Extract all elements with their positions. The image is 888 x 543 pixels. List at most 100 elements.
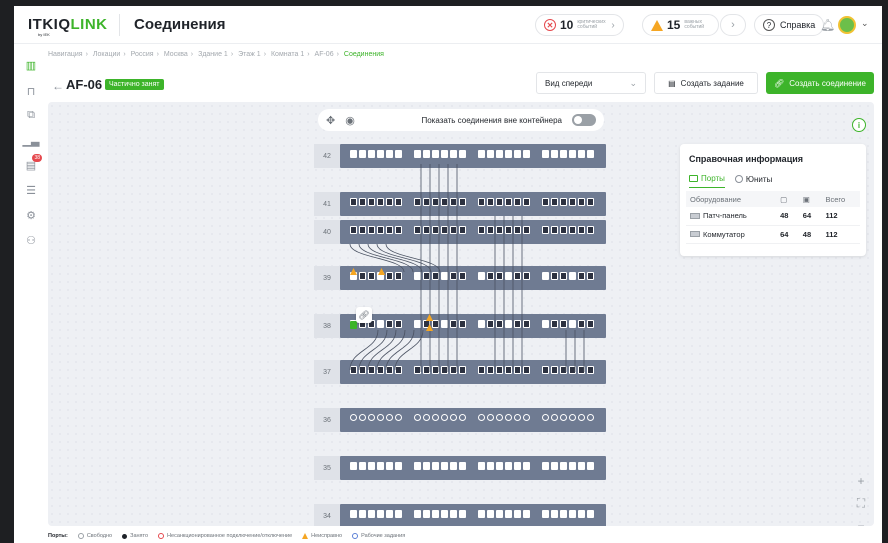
tasks-icon [352, 533, 359, 539]
table-header: Оборудование ▢ ▣ Всего [686, 191, 860, 207]
ports-legend: Порты: Свободно Занято Несанкционированн… [48, 529, 874, 543]
breadcrumb: Навигация › Локации › Россия › Москва › Здан… [48, 51, 384, 58]
zoom-in-icon[interactable]: + [857, 474, 864, 488]
chevron-down-icon: ⌄ [629, 77, 637, 88]
chevron-right-icon: › [611, 19, 615, 31]
chart-icon[interactable]: ▁▃ [23, 133, 40, 147]
tab-ports[interactable]: Порты [689, 174, 725, 188]
chevron-right-icon: › [731, 19, 735, 31]
back-arrow-icon[interactable]: ← [52, 79, 64, 93]
tasks-badge: 38 [32, 154, 42, 162]
breadcrumb-item[interactable]: Навигация [48, 51, 83, 58]
create-connection-label: Создать соединение [789, 78, 866, 88]
events-expand-button[interactable]: › [720, 14, 746, 36]
faulty-port-icon[interactable] [426, 324, 433, 331]
breadcrumb-item[interactable]: Комната 1 [271, 51, 304, 58]
divider [119, 14, 120, 36]
link-icon: 🔗︎ [774, 78, 785, 88]
create-task-button[interactable]: ▤ Создать задание [654, 72, 758, 94]
cable[interactable] [394, 329, 424, 371]
page-title: Соединения [134, 16, 226, 33]
faulty-icon [302, 533, 309, 539]
top-bar: ITKIQLINK by IEK Соединения ✕ 10 критиче… [14, 6, 882, 44]
logo[interactable]: ITKIQLINK [28, 16, 108, 33]
tasks-icon[interactable]: ▤ 38 [24, 154, 42, 172]
users-icon[interactable]: ⚇ [24, 233, 38, 247]
cable[interactable] [376, 329, 406, 371]
view-select-value: Вид спереди [545, 78, 593, 88]
legend-tasks: Рабочие задания [352, 533, 405, 539]
critical-events-pill[interactable]: ✕ 10 критических событий › [535, 14, 624, 36]
table-row[interactable]: Патч-панель 48 64 112 [686, 207, 860, 226]
map-icon[interactable]: ▥ [24, 58, 38, 72]
gear-icon[interactable]: ⚙ [24, 208, 38, 222]
legend-title: Порты: [48, 533, 68, 539]
cable[interactable] [349, 329, 379, 371]
breadcrumb-item[interactable]: Москва [164, 51, 188, 58]
critical-icon: ✕ [544, 19, 556, 31]
info-card-title: Справочная информация [689, 154, 804, 164]
important-label: важных событий [684, 19, 705, 30]
avatar[interactable] [838, 16, 856, 34]
critical-label: критических событий [577, 19, 606, 30]
cable[interactable] [385, 329, 415, 371]
breadcrumb-item[interactable]: AF-06 [315, 51, 334, 58]
cable[interactable] [367, 329, 397, 371]
copy-icon[interactable]: ⧉ [24, 108, 38, 122]
bell-icon[interactable]: 🔔︎ [820, 18, 835, 32]
list-icon[interactable]: ☰ [24, 183, 38, 197]
app-window: ITKIQLINK by IEK Соединения ✕ 10 критиче… [14, 6, 882, 543]
unauthorized-icon [158, 533, 165, 539]
task-icon: ▤ [668, 78, 676, 88]
book-icon[interactable]: ⊓ [24, 84, 38, 98]
table-row[interactable]: Коммутатор 64 48 112 [686, 225, 860, 244]
legend-free: Свободно [77, 533, 112, 539]
question-icon: ? [763, 19, 775, 31]
legend-busy: Занято [122, 533, 148, 539]
rack-name: AF-06 [66, 77, 103, 92]
breadcrumb-item[interactable]: Россия [131, 51, 154, 58]
critical-count: 10 [560, 18, 574, 32]
faulty-port-icon[interactable] [378, 268, 385, 275]
logo-subtitle: by IEK [38, 32, 50, 37]
breadcrumb-item[interactable]: Локации [93, 51, 120, 58]
breadcrumb-item[interactable]: Здание 1 [198, 51, 228, 58]
patch-panel-icon [690, 212, 700, 219]
important-events-pill[interactable]: 15 важных событий [642, 14, 720, 36]
cable[interactable] [358, 329, 388, 371]
col-busy-icon: ▣ [798, 191, 822, 207]
col-equipment: Оборудование [686, 191, 777, 207]
radio-icon [734, 175, 743, 183]
help-button[interactable]: ? Справка [754, 14, 825, 36]
faulty-port-icon[interactable] [426, 314, 433, 321]
col-total: Всего [821, 191, 860, 207]
fit-screen-icon[interactable]: ⛶ [857, 496, 865, 511]
breadcrumb-item[interactable]: Этаж 1 [238, 51, 261, 58]
selected-port[interactable] [350, 321, 357, 329]
help-label: Справка [780, 20, 816, 30]
legend-faulty: Неисправно [302, 533, 342, 539]
chevron-down-icon[interactable]: ⌄ [861, 18, 869, 29]
port-icon [689, 175, 698, 182]
zoom-controls: + ⛶ − [852, 474, 870, 526]
faulty-port-icon[interactable] [350, 268, 357, 275]
status-badge: Частично занят [105, 79, 164, 90]
rack-canvas[interactable]: ✥ ◉ Показать соединения вне контейнера i… [48, 102, 874, 526]
important-count: 15 [667, 18, 681, 32]
zoom-out-icon[interactable]: − [857, 519, 864, 526]
tab-units[interactable]: Юниты [734, 174, 772, 188]
free-icon [77, 533, 84, 539]
create-task-label: Создать задание [680, 78, 744, 88]
info-table: Оборудование ▢ ▣ Всего Патч-панель 48 64… [686, 191, 860, 244]
link-icon[interactable]: 🔗︎ [356, 307, 372, 323]
switch-icon [690, 231, 700, 237]
busy-icon [122, 533, 128, 539]
sidebar: ▥ ⊓ ⧉ ▁▃ ▤ 38 ☰ ⚙ ⚇ [14, 44, 48, 543]
warning-icon [651, 19, 663, 31]
reference-info-card: Справочная информация Порты Юниты Оборуд… [680, 144, 866, 256]
breadcrumb-current: Соединения [343, 51, 384, 58]
col-free-icon: ▢ [776, 191, 799, 207]
create-connection-button[interactable]: 🔗︎ Создать соединение [766, 72, 874, 94]
view-select[interactable]: Вид спереди ⌄ [536, 72, 646, 94]
info-tabs: Порты Юниты [689, 174, 772, 188]
